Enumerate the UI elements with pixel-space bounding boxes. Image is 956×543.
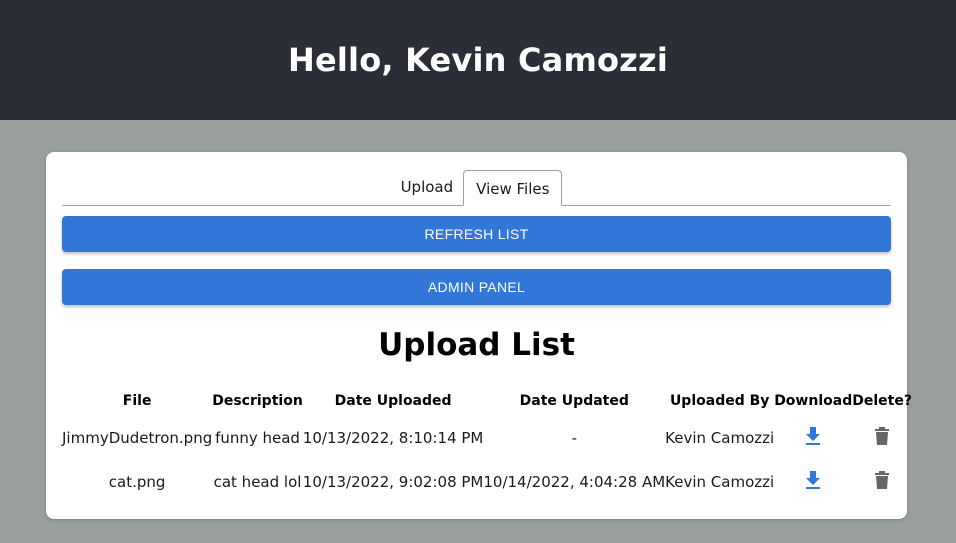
cell-file: cat.png: [108, 473, 166, 491]
cell-date-updated: 10/14/2022, 4:04:28 AM: [483, 473, 666, 491]
trash-icon[interactable]: [874, 471, 890, 493]
page-header: Hello, Kevin Camozzi: [0, 0, 956, 120]
cell-date-uploaded: 10/13/2022, 9:02:08 PM: [302, 473, 484, 491]
table-header-row: File Description Date Uploaded Date Upda…: [62, 386, 912, 416]
cell-description: funny head: [215, 429, 300, 447]
column-header-date-updated: Date Updated: [519, 393, 629, 409]
greeting-title: Hello, Kevin Camozzi: [287, 41, 668, 79]
table-row: JimmyDudetron.png funny head 10/13/2022,…: [62, 416, 912, 460]
cell-file: JimmyDudetron.png: [62, 429, 213, 447]
cell-uploaded-by: Kevin Camozzi: [665, 429, 775, 447]
download-icon[interactable]: [805, 471, 821, 493]
column-header-uploaded-by: Uploaded By: [669, 393, 770, 409]
column-header-delete: Delete?: [852, 393, 912, 409]
trash-icon[interactable]: [874, 427, 890, 449]
column-header-date-uploaded: Date Uploaded: [334, 393, 452, 409]
tab-bar: Upload View Files: [62, 170, 891, 206]
column-header-description: Description: [212, 393, 303, 409]
cell-delete: [852, 416, 912, 460]
tab-view-files[interactable]: View Files: [463, 170, 563, 206]
upload-table: File Description Date Uploaded Date Upda…: [62, 386, 912, 504]
cell-download: [774, 416, 852, 460]
cell-download: [774, 460, 852, 504]
column-header-file: File: [122, 393, 152, 409]
cell-uploaded-by: Kevin Camozzi: [665, 473, 775, 491]
admin-panel-button[interactable]: ADMIN PANEL: [62, 269, 891, 305]
upload-list-title: Upload List: [378, 327, 575, 363]
refresh-list-button[interactable]: REFRESH LIST: [62, 216, 891, 252]
cell-delete: [852, 460, 912, 504]
column-header-download: Download: [774, 393, 853, 409]
cell-date-updated: -: [571, 429, 577, 447]
tab-upload[interactable]: Upload: [391, 169, 464, 205]
cell-description: cat head lol: [213, 473, 302, 491]
cell-date-uploaded: 10/13/2022, 8:10:14 PM: [302, 429, 484, 447]
download-icon[interactable]: [805, 427, 821, 449]
table-row: cat.png cat head lol 10/13/2022, 9:02:08…: [62, 460, 912, 504]
main-card: Upload View Files REFRESH LIST ADMIN PAN…: [46, 152, 912, 519]
